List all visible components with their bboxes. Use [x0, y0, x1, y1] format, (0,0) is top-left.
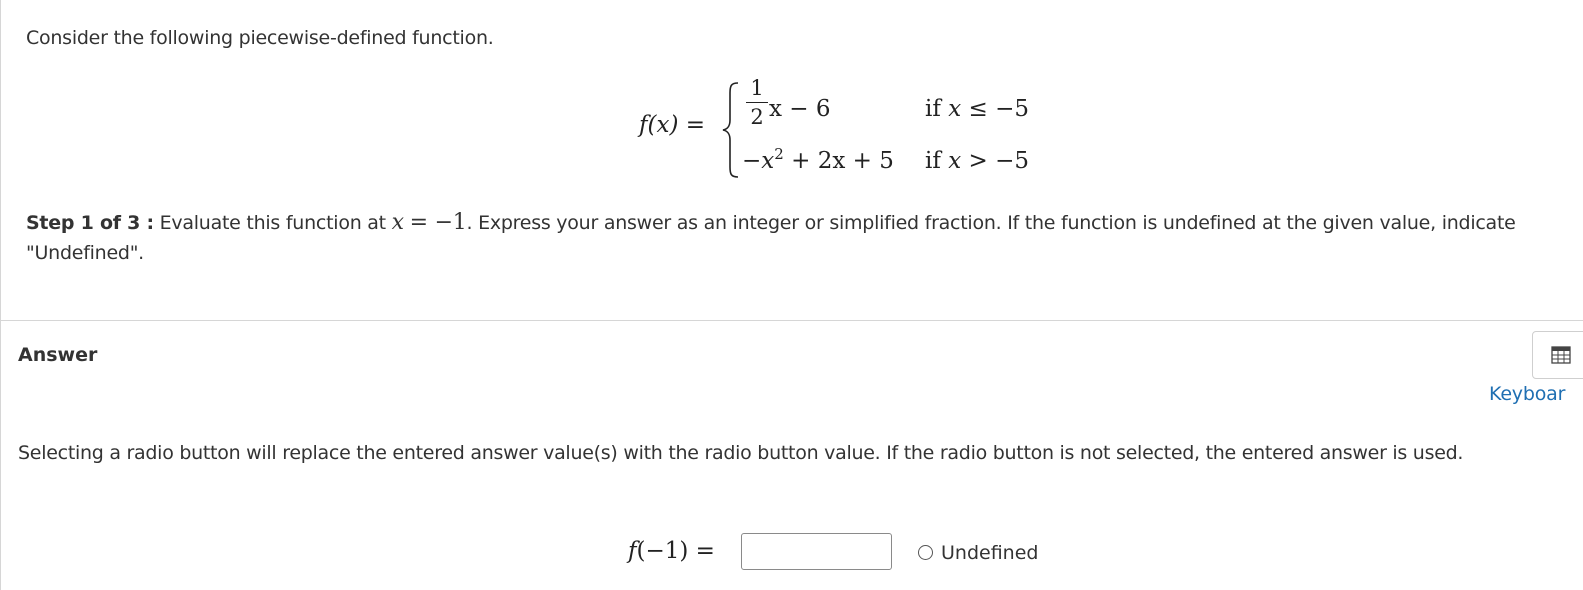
step-math: = −1: [409, 210, 467, 235]
case2-variable: x: [761, 148, 775, 174]
function-lhs: f(x) =: [639, 112, 705, 138]
fraction-numerator: 1: [750, 76, 764, 100]
keyboard-shortcuts-link[interactable]: Keyboar: [1489, 383, 1565, 405]
fraction-denominator: 2: [750, 105, 764, 130]
answer-function-label: f(−1) =: [628, 538, 715, 564]
undefined-radio-option[interactable]: Undefined: [918, 542, 1038, 564]
case1-condition: if x ≤ −5: [925, 96, 1029, 122]
case1-cond-op: ≤ −5: [968, 96, 1029, 122]
case2-expression: −x2 + 2x + 5: [742, 145, 894, 175]
case1-fraction: 1 2: [746, 76, 768, 128]
step-text-before: Evaluate this function at: [159, 212, 387, 234]
case2-cond-op: > −5: [968, 148, 1029, 174]
answer-section: Answer Keyboar Selecting a radio button …: [0, 320, 1583, 590]
undefined-radio[interactable]: [918, 545, 933, 560]
piecewise-brace: [722, 82, 739, 178]
function-name: f(x): [639, 112, 679, 138]
step-instructions: Step 1 of 3 : Evaluate this function at …: [26, 208, 1576, 268]
radio-instructions: Selecting a radio button will replace th…: [18, 442, 1464, 464]
undefined-radio-label: Undefined: [941, 542, 1039, 564]
step-variable: x: [391, 210, 404, 235]
answer-input[interactable]: [741, 533, 892, 570]
case2-exponent: 2: [774, 145, 784, 163]
case2-rest: + 2x + 5: [791, 148, 894, 174]
answer-function-arg: (−1) =: [636, 538, 715, 564]
case2-if: if: [925, 148, 941, 174]
equals-sign: =: [685, 112, 706, 138]
case2-condition: if x > −5: [925, 148, 1029, 174]
question-panel: Consider the following piecewise-defined…: [0, 0, 1583, 321]
fraction-bar: [746, 102, 768, 104]
answer-function-name: f: [628, 538, 637, 564]
table-icon: [1551, 346, 1571, 364]
case2-negative: −: [742, 148, 762, 174]
case1-if: if: [925, 96, 941, 122]
tools-button[interactable]: [1532, 331, 1583, 379]
case1-cond-variable: x: [948, 96, 962, 122]
step-label: Step 1 of 3 :: [26, 212, 154, 234]
answer-title: Answer: [18, 344, 98, 366]
question-intro: Consider the following piecewise-defined…: [26, 27, 494, 49]
case1-expression: x − 6: [769, 96, 831, 122]
case2-cond-variable: x: [948, 148, 962, 174]
